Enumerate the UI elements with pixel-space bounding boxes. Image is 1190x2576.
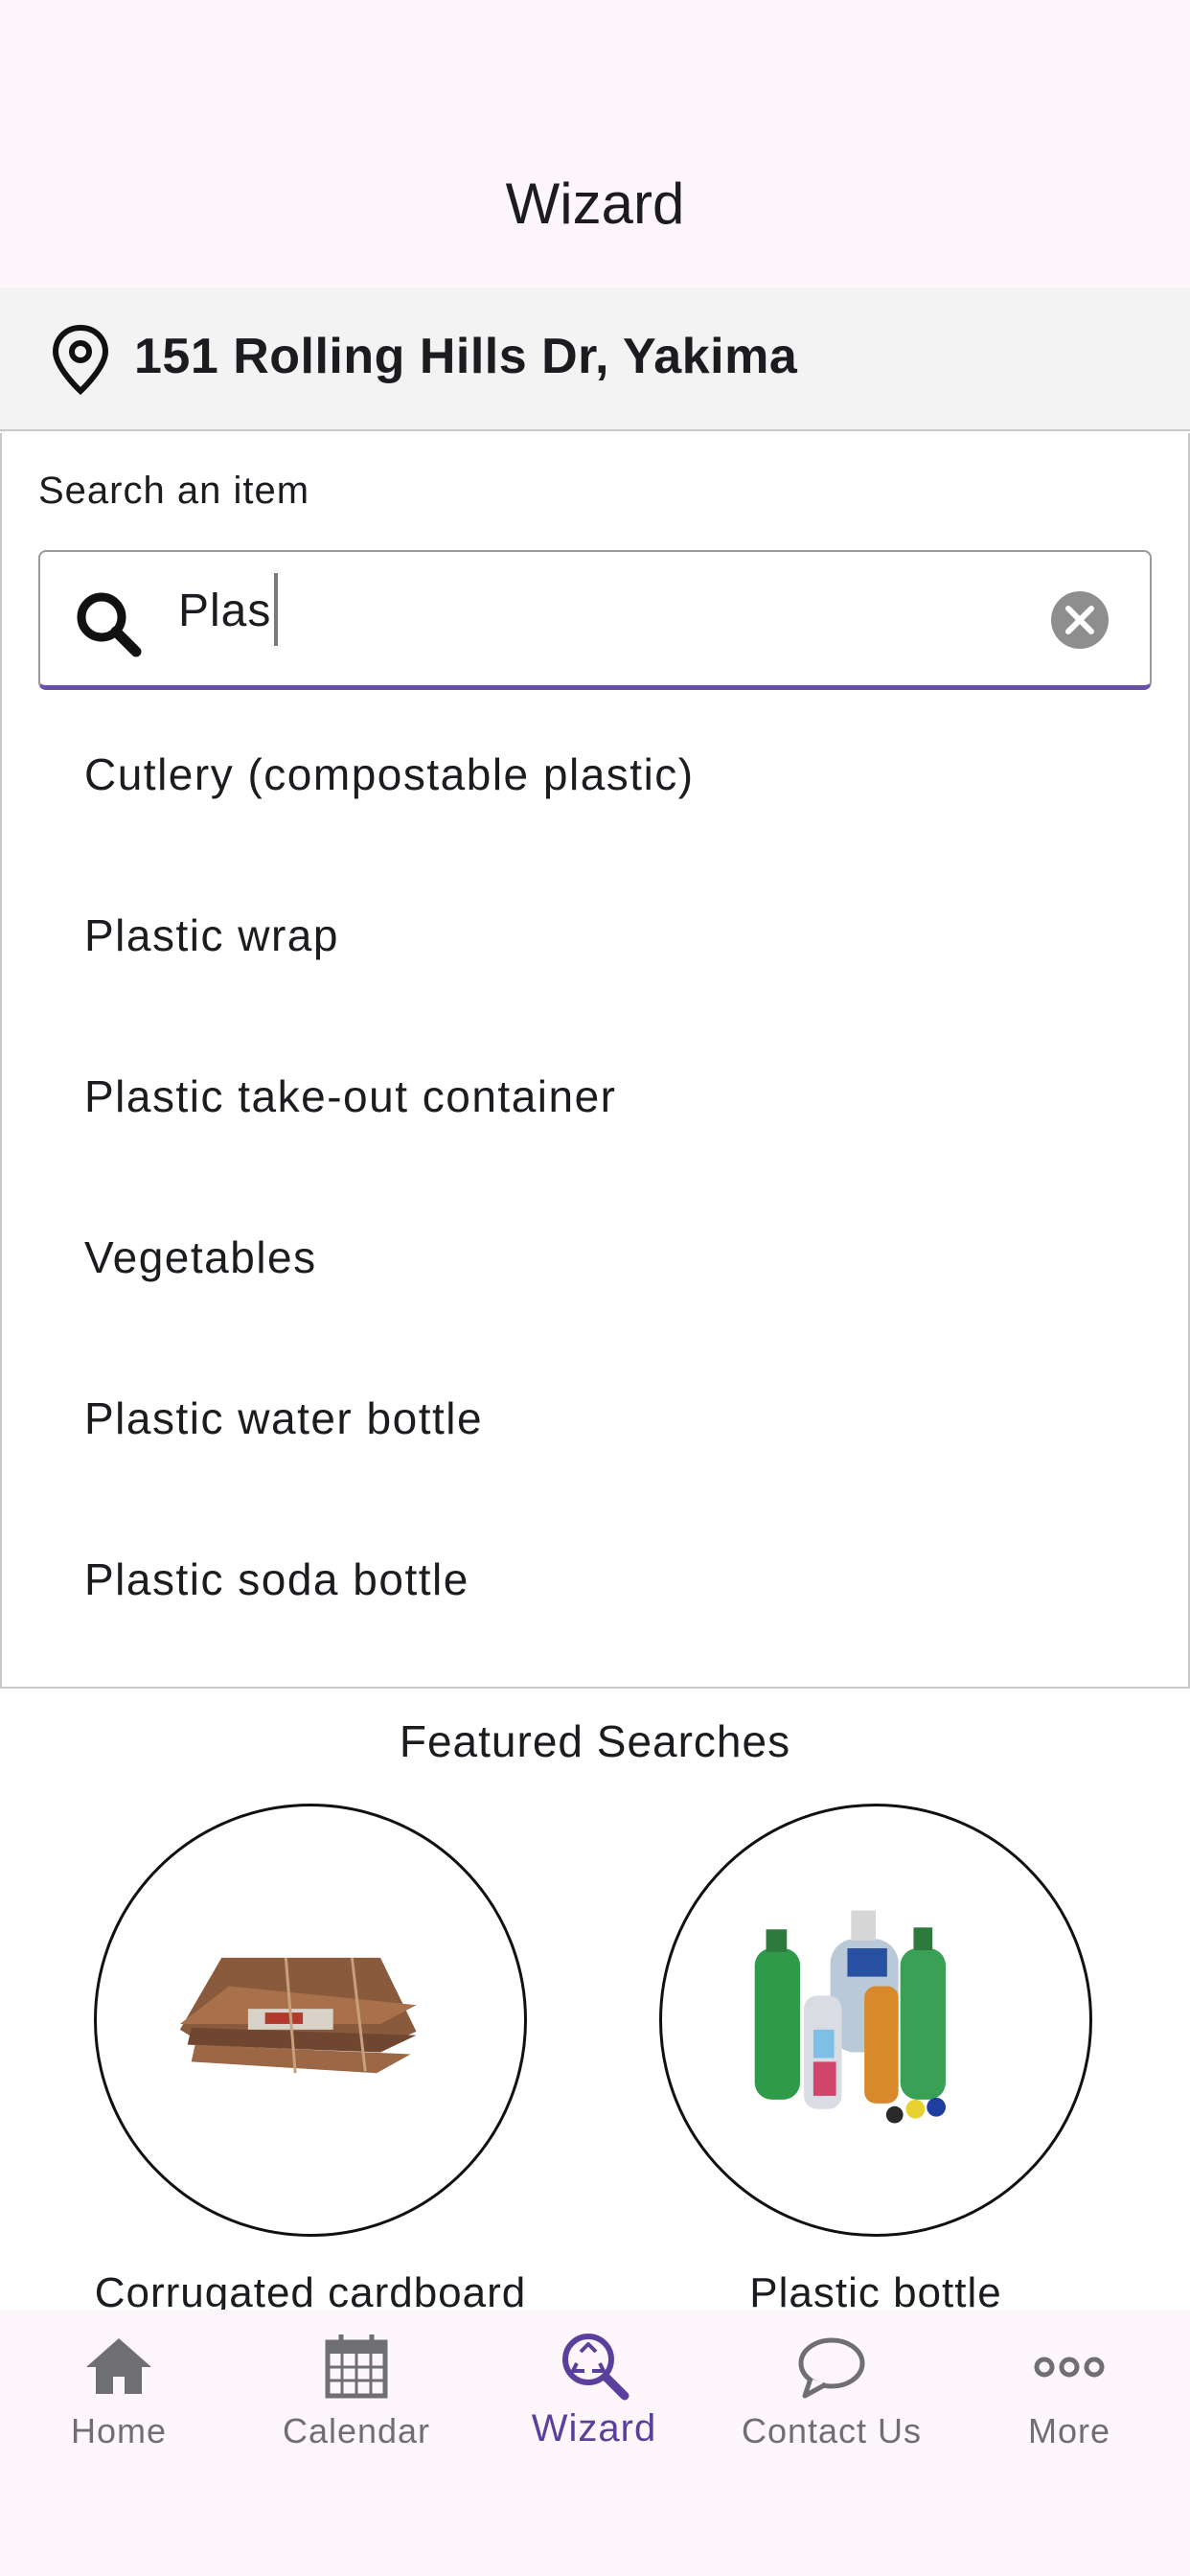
suggestion-item[interactable]: Vegetables bbox=[84, 1200, 1138, 1315]
nav-contact-us[interactable]: Contact Us bbox=[713, 2310, 950, 2501]
suggestion-item[interactable]: Plastic water bottle bbox=[84, 1361, 1138, 1476]
chat-bubble-icon bbox=[798, 2337, 865, 2399]
page-title: Wizard bbox=[505, 172, 685, 236]
plastic-bottles-image bbox=[754, 1910, 947, 2124]
nav-calendar[interactable]: Calendar bbox=[238, 2310, 475, 2501]
nav-label-home: Home bbox=[70, 2411, 168, 2450]
text-caret bbox=[274, 573, 278, 646]
featured-searches-title: Featured Searches bbox=[399, 1716, 791, 1766]
nav-label-contact-us: Contact Us bbox=[741, 2411, 923, 2450]
search-label: Search an item bbox=[38, 470, 310, 512]
suggestion-item[interactable]: Plastic wrap bbox=[84, 878, 1138, 993]
nav-wizard[interactable]: Wizard bbox=[475, 2310, 713, 2501]
featured-item-cardboard[interactable] bbox=[94, 1804, 527, 2237]
cardboard-image bbox=[179, 1957, 417, 2074]
address-text: 151 Rolling Hills Dr, Yakima bbox=[134, 329, 798, 384]
nav-label-calendar: Calendar bbox=[282, 2411, 431, 2450]
location-pin-icon bbox=[52, 324, 109, 396]
home-icon bbox=[86, 2338, 151, 2394]
suggestion-item[interactable]: Plastic soda bottle bbox=[84, 1522, 1138, 1637]
more-dots-icon bbox=[1034, 2357, 1105, 2378]
suggestion-item[interactable]: Plastic take-out container bbox=[84, 1039, 1138, 1154]
featured-item-plastic-bottle[interactable] bbox=[659, 1804, 1092, 2237]
calendar-icon bbox=[325, 2334, 388, 2399]
search-icon bbox=[77, 592, 142, 657]
suggestion-item[interactable]: Cutlery (compostable plastic) bbox=[84, 717, 1138, 832]
search-input-value[interactable]: Plas bbox=[178, 585, 271, 637]
nav-home[interactable]: Home bbox=[0, 2310, 238, 2501]
recycle-search-icon bbox=[562, 2334, 629, 2401]
nav-label-wizard: Wizard bbox=[531, 2407, 657, 2450]
app-header: Wizard bbox=[0, 0, 1190, 288]
nav-label-more: More bbox=[1027, 2411, 1111, 2450]
nav-more[interactable]: More bbox=[950, 2310, 1188, 2501]
clear-search-icon[interactable] bbox=[1050, 590, 1110, 650]
